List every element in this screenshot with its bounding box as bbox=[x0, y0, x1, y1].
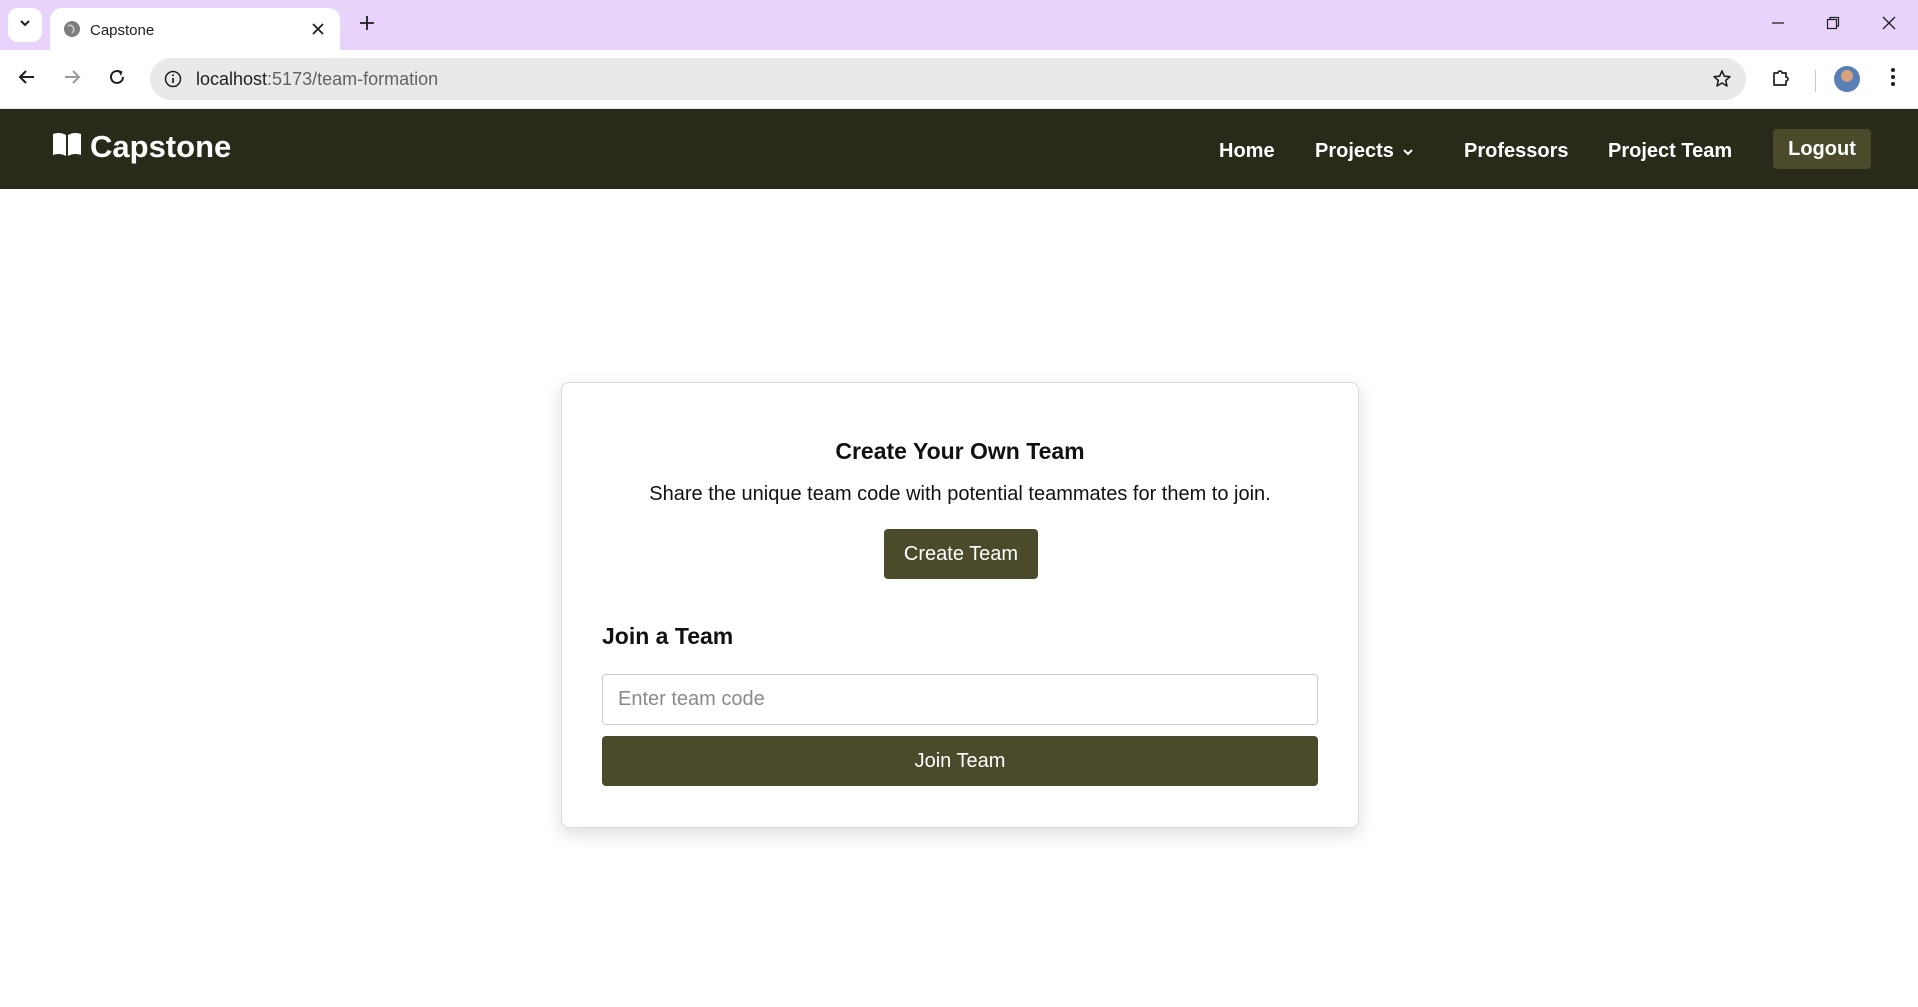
join-team-heading: Join a Team bbox=[602, 623, 734, 649]
close-icon[interactable] bbox=[308, 19, 328, 39]
logout-button[interactable]: Logout bbox=[1773, 129, 1871, 169]
close-icon bbox=[1882, 16, 1896, 35]
globe-icon bbox=[63, 20, 81, 38]
address-bar[interactable]: localhost:5173/team-formation bbox=[150, 58, 1746, 100]
close-window-button[interactable] bbox=[1877, 13, 1901, 37]
nav-home[interactable]: Home bbox=[1219, 140, 1275, 163]
star-icon[interactable] bbox=[1710, 67, 1734, 91]
nav-projects-dropdown[interactable]: Projects bbox=[1315, 140, 1414, 163]
minimize-button[interactable] bbox=[1766, 13, 1790, 37]
brand-name: Capstone bbox=[90, 129, 232, 164]
url-text: localhost:5173/team-formation bbox=[196, 69, 438, 90]
arrow-left-icon bbox=[18, 68, 36, 91]
browser-tabstrip: Capstone bbox=[0, 0, 1918, 50]
back-button[interactable] bbox=[12, 64, 42, 94]
reload-button[interactable] bbox=[102, 64, 132, 94]
app-navbar: Capstone Home Projects Professors Projec… bbox=[0, 109, 1918, 189]
brand-link[interactable]: Capstone bbox=[52, 129, 231, 165]
url-path: :5173/team-formation bbox=[267, 69, 439, 89]
toolbar-separator bbox=[1815, 70, 1816, 92]
extensions-button[interactable] bbox=[1766, 64, 1796, 94]
nav-project-team[interactable]: Project Team bbox=[1608, 140, 1732, 163]
tab-search-button[interactable] bbox=[8, 8, 42, 42]
puzzle-icon bbox=[1771, 67, 1791, 92]
reload-icon bbox=[108, 68, 126, 91]
restore-icon bbox=[1826, 16, 1840, 35]
create-team-button[interactable]: Create Team bbox=[884, 529, 1038, 579]
chevron-down-icon bbox=[18, 16, 32, 35]
forward-button[interactable] bbox=[57, 64, 87, 94]
browser-tab-active[interactable]: Capstone bbox=[50, 8, 340, 50]
nav-projects-label: Projects bbox=[1315, 140, 1394, 162]
browser-toolbar: localhost:5173/team-formation bbox=[0, 50, 1918, 109]
chevron-down-icon bbox=[1402, 140, 1414, 163]
open-book-icon bbox=[52, 129, 82, 165]
plus-icon bbox=[359, 15, 375, 36]
arrow-right-icon bbox=[63, 68, 81, 91]
create-team-heading: Create Your Own Team bbox=[835, 438, 1085, 464]
tab-title: Capstone bbox=[90, 22, 155, 39]
browser-menu-button[interactable] bbox=[1878, 64, 1908, 94]
avatar[interactable] bbox=[1834, 66, 1860, 92]
kebab-menu-icon bbox=[1890, 67, 1896, 92]
create-team-description: Share the unique team code with potentia… bbox=[649, 483, 1271, 505]
join-team-button[interactable]: Join Team bbox=[602, 736, 1318, 786]
team-formation-card: Create Your Own Team Share the unique te… bbox=[561, 382, 1359, 828]
url-host: localhost bbox=[196, 69, 268, 89]
nav-professors[interactable]: Professors bbox=[1464, 140, 1569, 163]
restore-button[interactable] bbox=[1821, 13, 1845, 37]
minimize-icon bbox=[1771, 16, 1785, 35]
info-icon[interactable] bbox=[162, 68, 184, 90]
new-tab-button[interactable] bbox=[354, 12, 380, 38]
team-code-input[interactable] bbox=[602, 674, 1318, 725]
